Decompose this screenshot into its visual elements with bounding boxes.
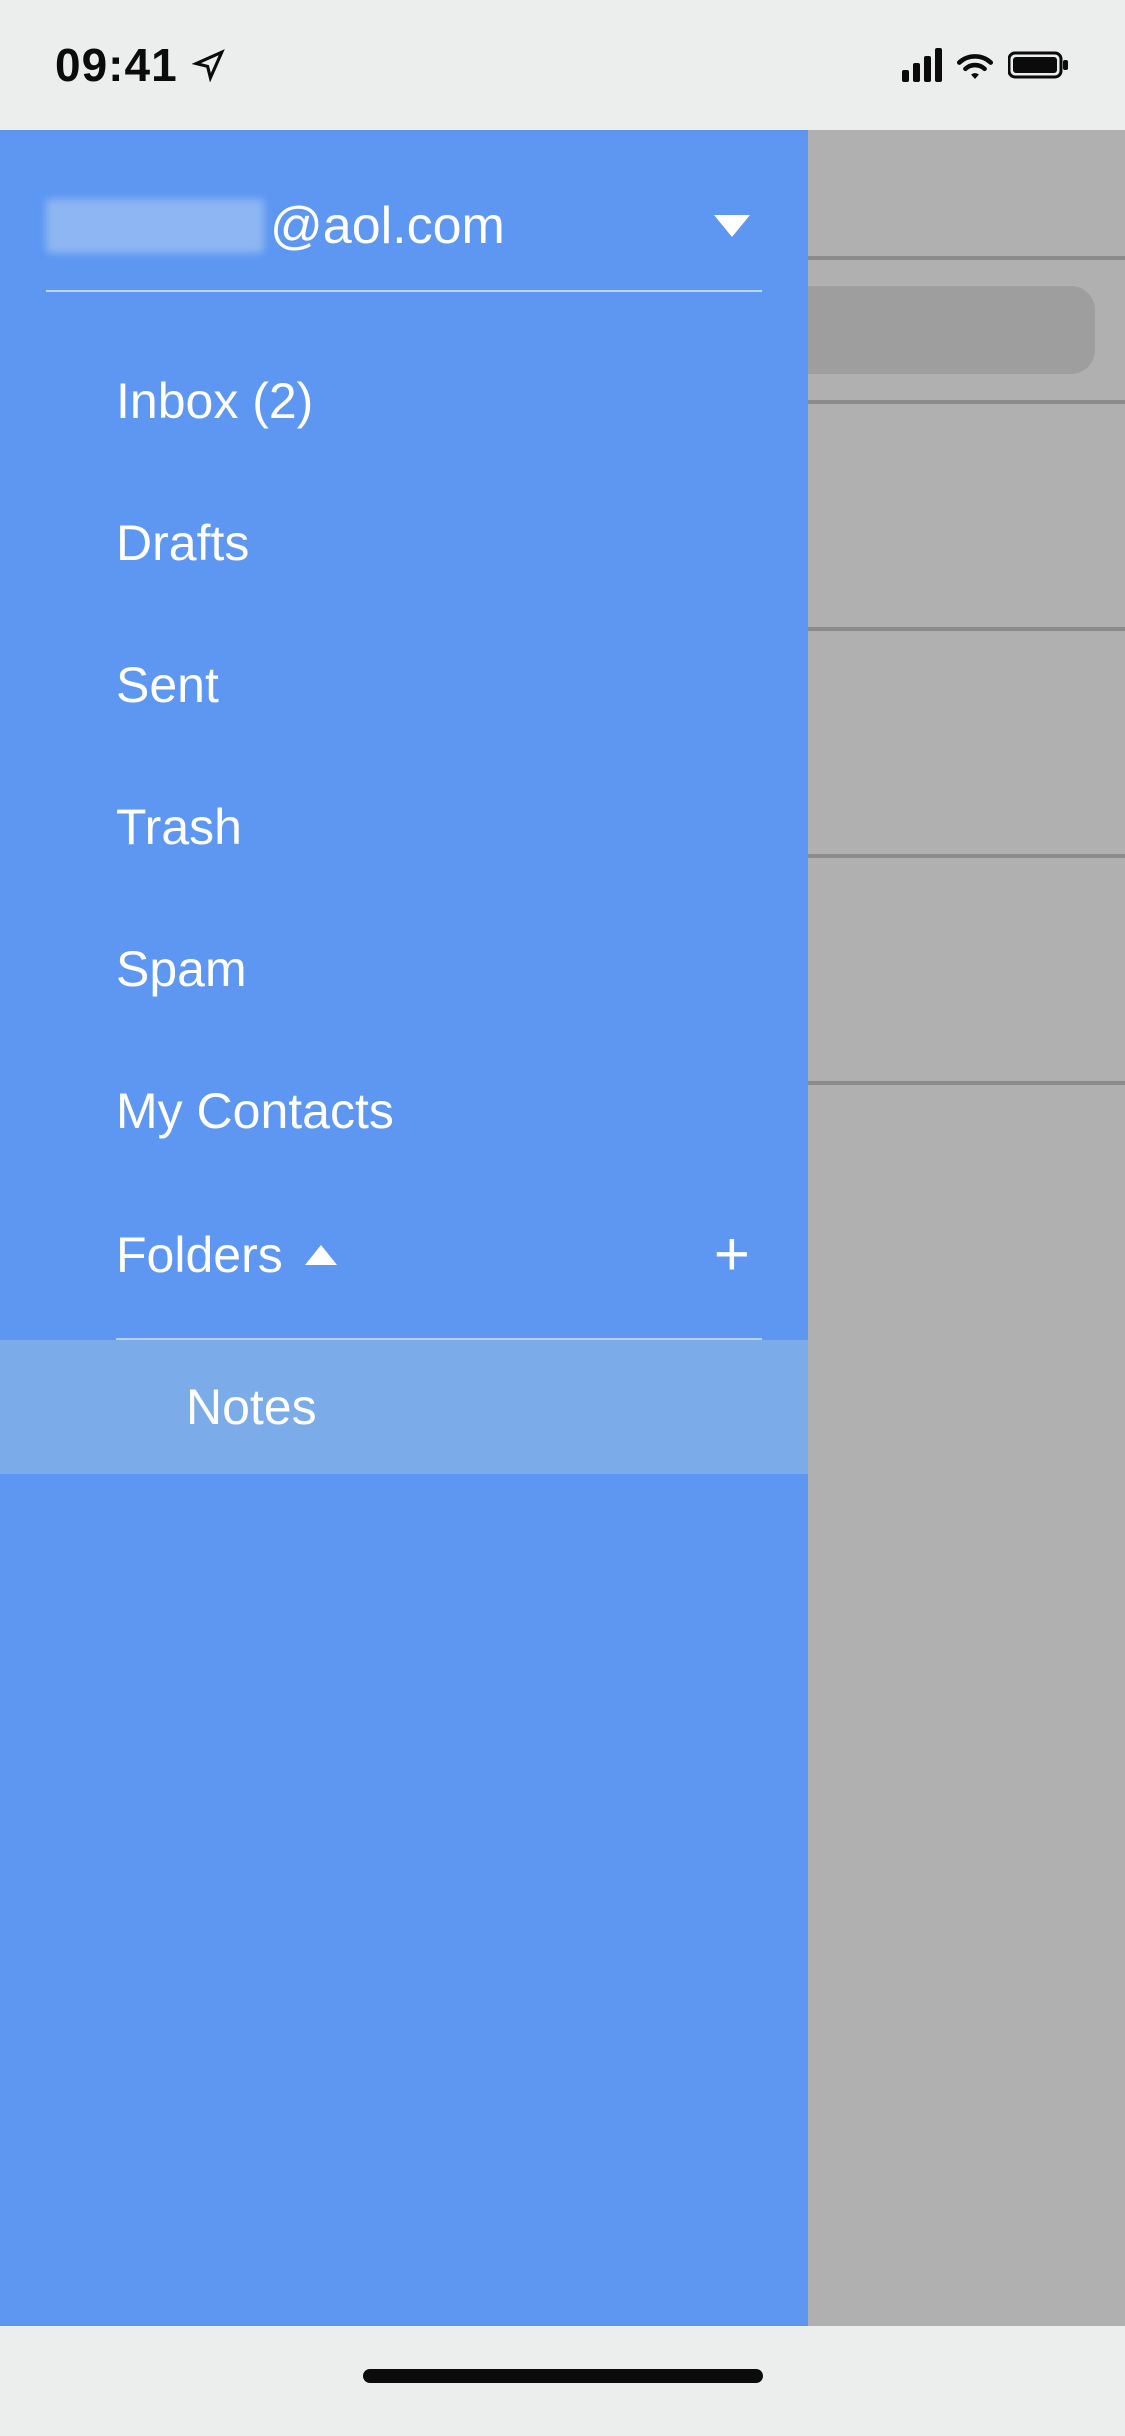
chevron-down-icon: [714, 215, 750, 237]
sidebar-item-folders[interactable]: Folders +: [0, 1182, 808, 1328]
sidebar-item-drafts[interactable]: Drafts: [0, 472, 808, 614]
sidebar-item-label: Notes: [186, 1378, 317, 1436]
bottom-bar: [0, 2326, 1125, 2436]
sidebar-item-spam[interactable]: Spam: [0, 898, 808, 1040]
status-bar-left: 09:41: [55, 38, 226, 92]
sidebar-item-contacts[interactable]: My Contacts: [0, 1040, 808, 1182]
sidebar-item-label: Sent: [116, 657, 219, 713]
location-services-icon: [192, 48, 226, 82]
cellular-signal-icon: [902, 48, 942, 82]
account-email: @aol.com: [46, 196, 505, 256]
sidebar-item-label: My Contacts: [116, 1083, 394, 1139]
sidebar-nav: Inbox (2) Drafts Sent Trash Spam My Cont…: [0, 304, 808, 1474]
wifi-icon: [954, 49, 996, 81]
status-bar: 09:41: [0, 0, 1125, 130]
divider: [46, 290, 762, 292]
sidebar-panel: @aol.com Inbox (2) Drafts Sent Trash Spa…: [0, 130, 808, 2326]
battery-icon: [1008, 50, 1070, 80]
sidebar-item-label: Spam: [116, 941, 247, 997]
status-time: 09:41: [55, 38, 178, 92]
account-email-domain: @aol.com: [270, 196, 505, 256]
sidebar-item-label: Trash: [116, 799, 242, 855]
sidebar-item-label: Folders: [116, 1226, 283, 1284]
add-folder-icon[interactable]: +: [714, 1224, 750, 1286]
sidebar-subitem-notes[interactable]: Notes: [0, 1340, 808, 1474]
app-area: Inbox ( Search $ HealthM: [0, 130, 1125, 2326]
chevron-up-icon: [305, 1245, 337, 1265]
sidebar-item-trash[interactable]: Trash: [0, 756, 808, 898]
sidebar-item-sent[interactable]: Sent: [0, 614, 808, 756]
sidebar-item-label: Inbox (2): [116, 373, 313, 429]
status-bar-right: [902, 48, 1070, 82]
redacted-username: [46, 199, 264, 253]
sidebar-item-label: Drafts: [116, 515, 249, 571]
sidebar-item-inbox[interactable]: Inbox (2): [0, 330, 808, 472]
account-selector[interactable]: @aol.com: [0, 130, 808, 290]
home-indicator[interactable]: [363, 2369, 763, 2383]
